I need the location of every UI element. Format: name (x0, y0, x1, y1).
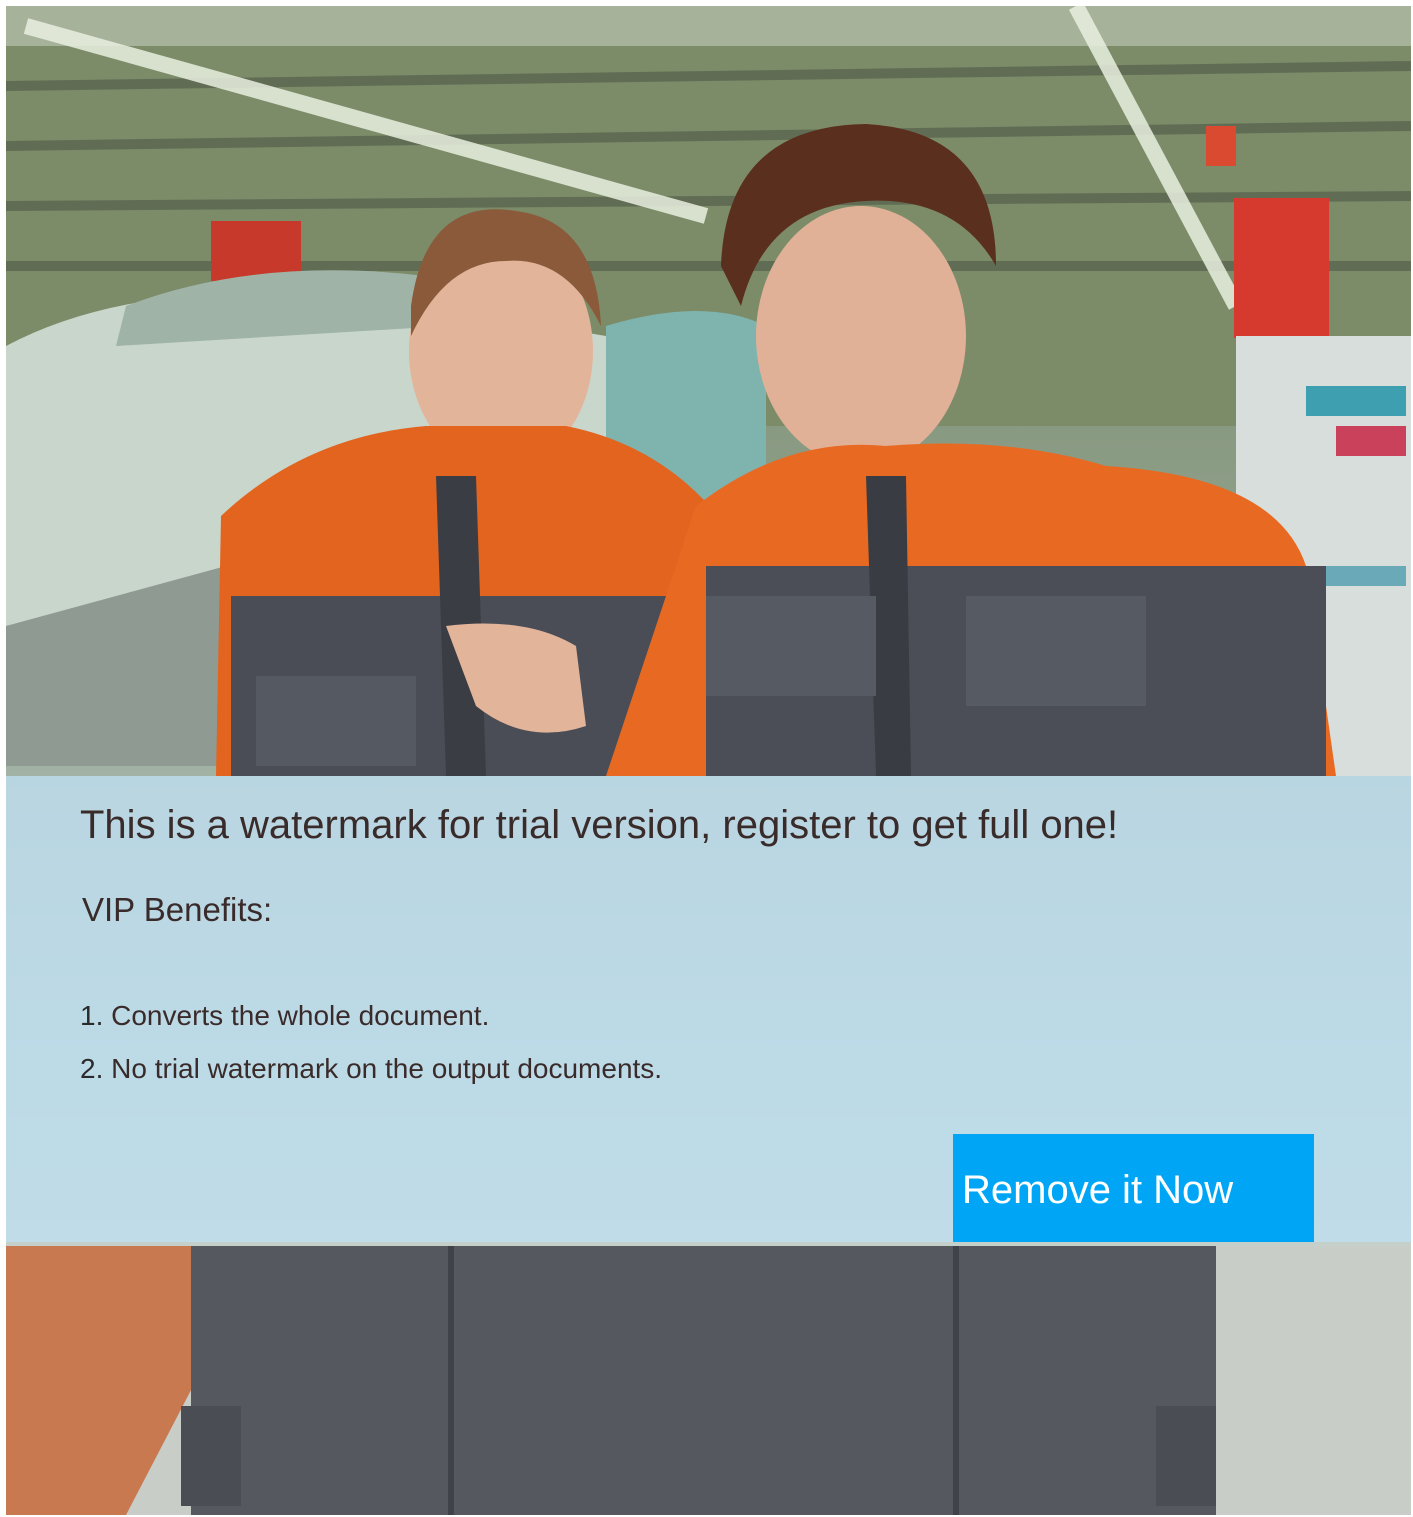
factory-workers-photo (6, 6, 1411, 1515)
watermark-title: This is a watermark for trial version, r… (80, 803, 1119, 847)
photo-illustration (6, 6, 1411, 1515)
list-item: 1. Converts the whole document. (80, 1000, 662, 1053)
benefits-list: 1. Converts the whole document. 2. No tr… (80, 1000, 662, 1106)
list-item-text: Converts the whole document. (111, 1000, 490, 1031)
vip-benefits-heading: VIP Benefits: (82, 891, 273, 928)
list-item-text: No trial watermark on the output documen… (111, 1053, 663, 1084)
list-item: 2. No trial watermark on the output docu… (80, 1053, 662, 1106)
page: This is a watermark for trial version, r… (0, 0, 1413, 1517)
remove-it-now-button[interactable]: Remove it Now (953, 1134, 1314, 1242)
list-item-number: 1. (80, 1000, 104, 1031)
list-item-number: 2. (80, 1053, 104, 1084)
